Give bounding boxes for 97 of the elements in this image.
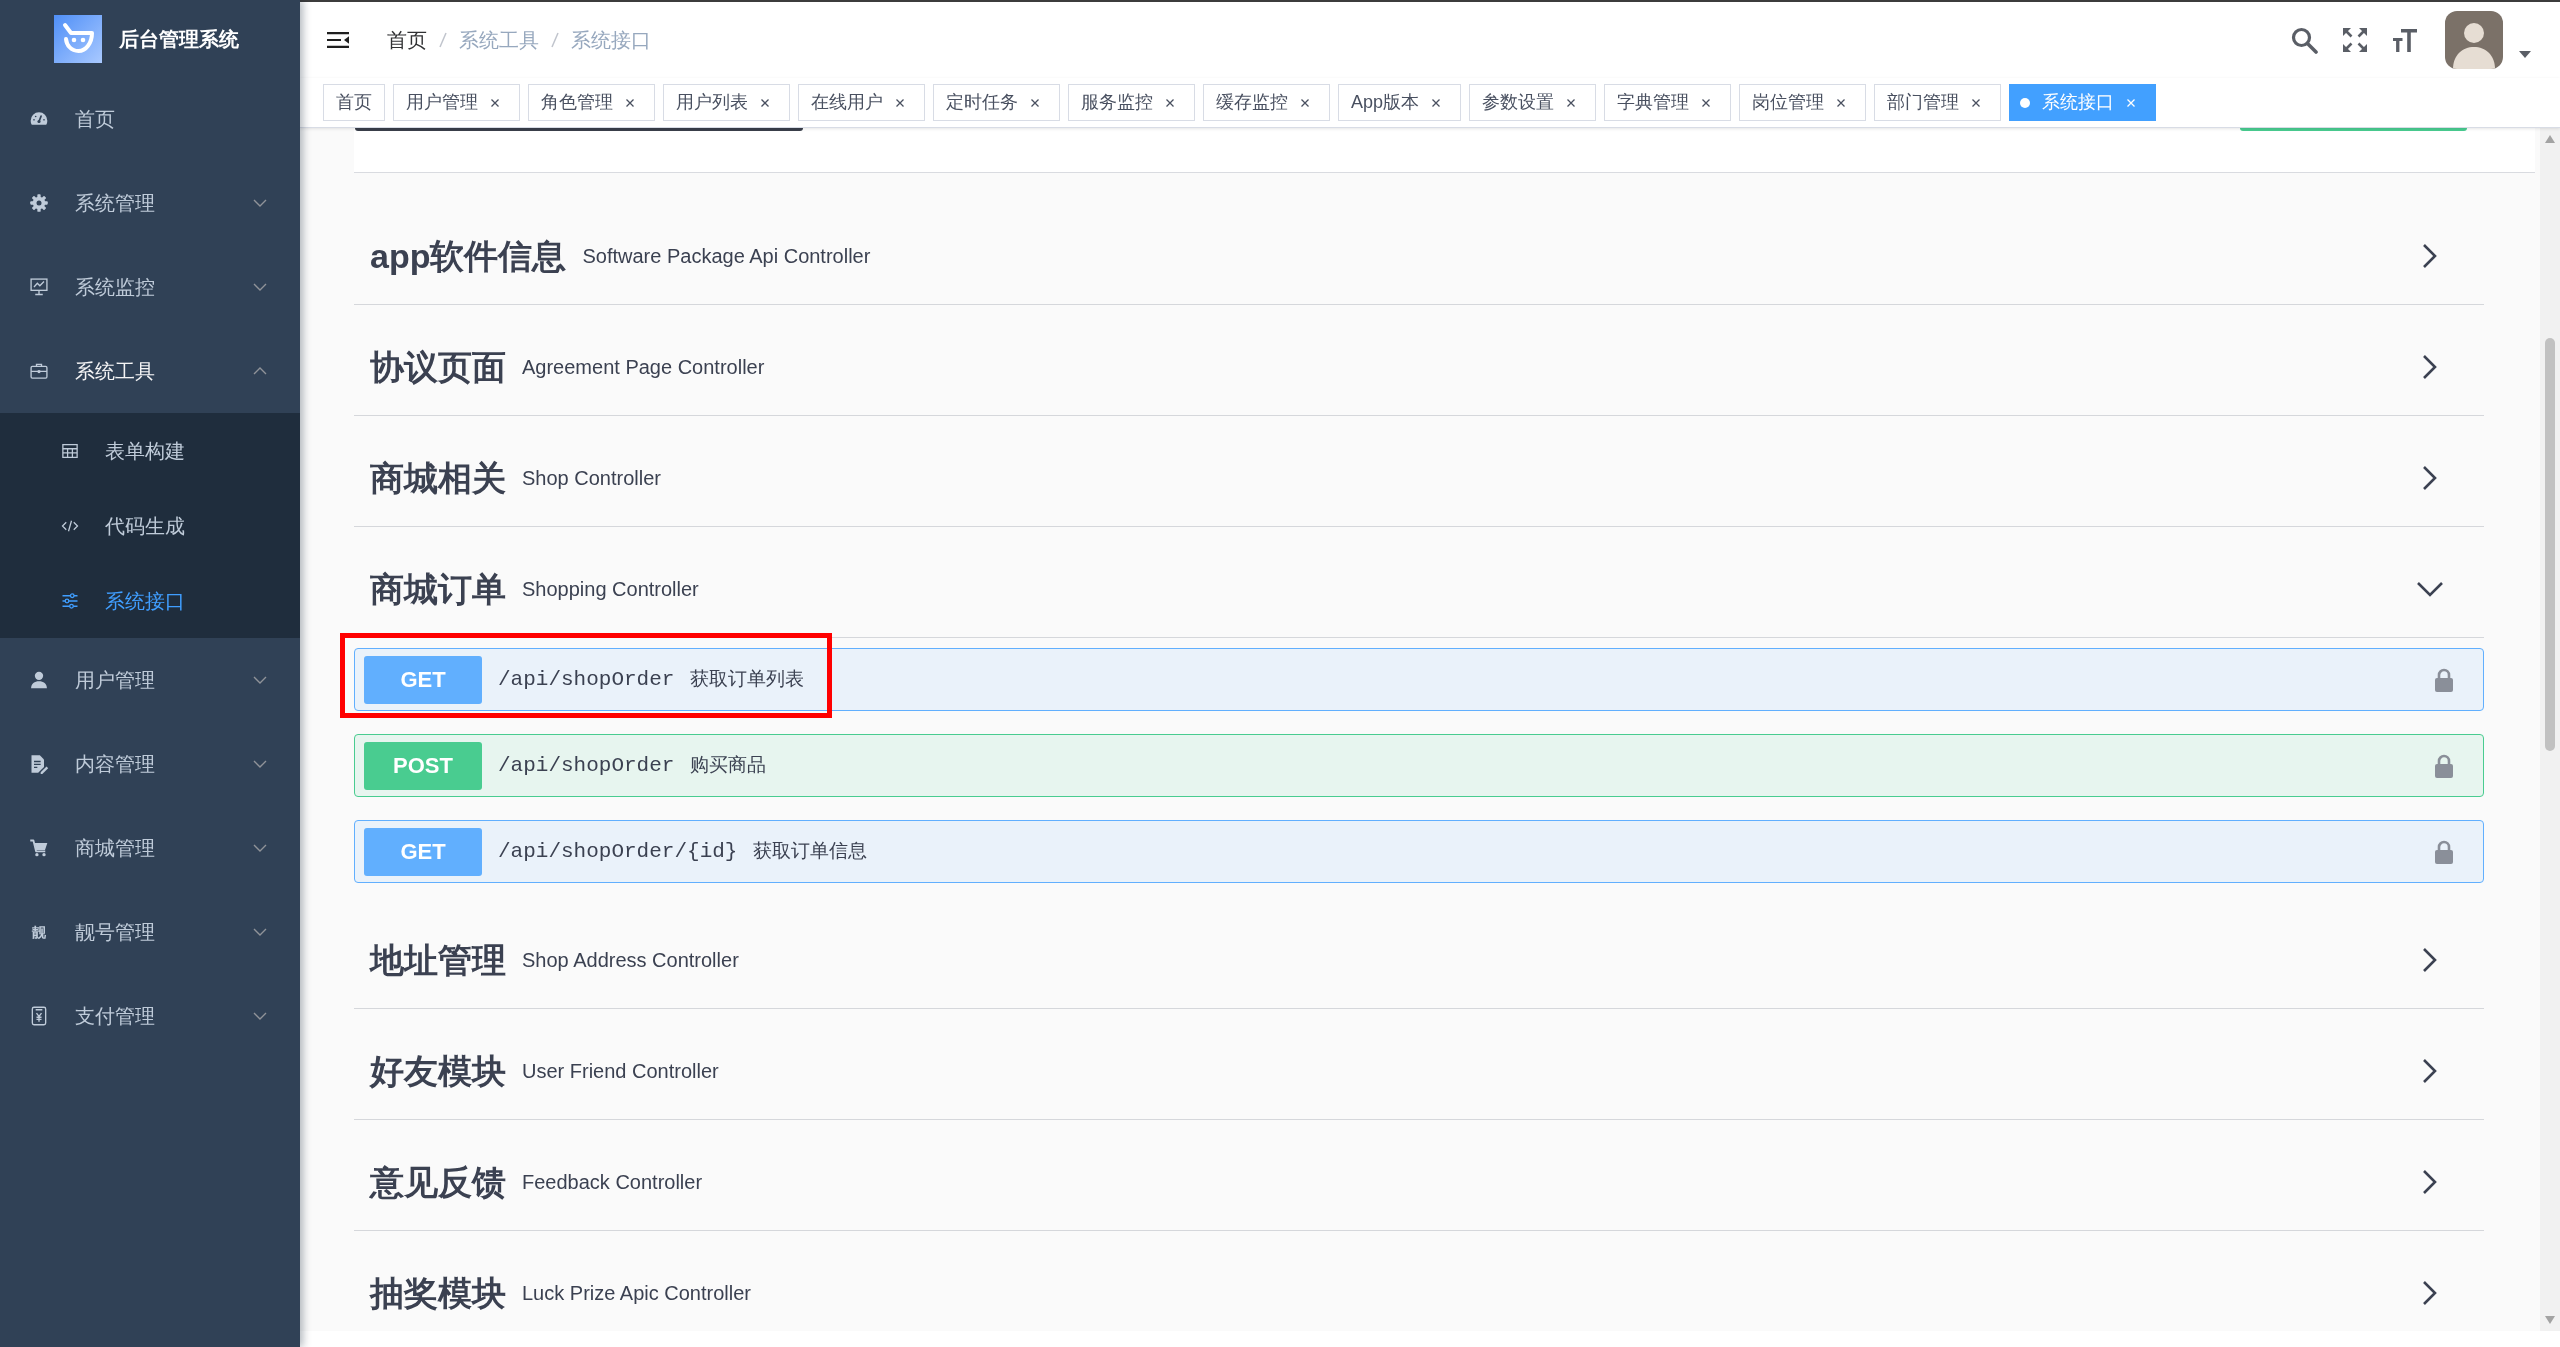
submenu-item[interactable]: 系统接口 bbox=[0, 563, 300, 638]
operation-row[interactable]: POST /api/shopOrder 购买商品 bbox=[354, 734, 2484, 797]
logo-icon bbox=[54, 14, 102, 63]
separator-icon bbox=[439, 32, 447, 48]
endpoint-summary: 获取订单信息 bbox=[753, 839, 868, 864]
operation-row[interactable]: GET /api/shopOrder 获取订单列表 bbox=[354, 648, 2484, 711]
submenu-item[interactable]: 表单构建 bbox=[0, 413, 300, 488]
section-title: 地址管理 bbox=[370, 939, 506, 981]
lock-icon[interactable] bbox=[2435, 839, 2453, 864]
method-badge: POST bbox=[364, 741, 482, 790]
tab[interactable]: 部门管理 bbox=[1874, 84, 2002, 121]
endpoint-path: /api/shopOrder bbox=[498, 666, 675, 693]
character-icon: 靓 bbox=[29, 925, 49, 939]
method-badge: GET bbox=[364, 655, 482, 704]
briefcase-icon bbox=[29, 361, 49, 381]
section-title: 协议页面 bbox=[370, 346, 506, 388]
endpoint-path: /api/shopOrder bbox=[498, 752, 675, 779]
user-icon bbox=[29, 670, 49, 690]
monitor-chart-icon bbox=[29, 277, 49, 297]
chevron-down-icon bbox=[253, 283, 267, 291]
fullscreen-icon[interactable] bbox=[2342, 27, 2368, 53]
cart-icon bbox=[29, 838, 49, 858]
menu-item[interactable]: 系统管理 bbox=[0, 161, 300, 245]
section-description: Shop Controller bbox=[522, 466, 661, 491]
section-header[interactable]: 地址管理 Shop Address Controller bbox=[354, 898, 2484, 1009]
section-header[interactable]: 协议页面 Agreement Page Controller bbox=[354, 305, 2484, 416]
menu-item[interactable]: 靓 靓号管理 bbox=[0, 890, 300, 974]
section-description: Software Package Api Controller bbox=[582, 244, 871, 269]
chevron-down-icon bbox=[253, 199, 267, 207]
section-description: Luck Prize Apic Controller bbox=[522, 1281, 751, 1306]
scrollbar[interactable] bbox=[2540, 128, 2560, 1331]
section-description: User Friend Controller bbox=[522, 1059, 719, 1084]
chevron-down-icon bbox=[253, 928, 267, 936]
endpoint-summary: 购买商品 bbox=[690, 753, 767, 778]
tab[interactable]: App版本 bbox=[1338, 84, 1462, 121]
endpoint-path: /api/shopOrder/{id} bbox=[498, 838, 738, 865]
chevron-down-icon bbox=[253, 844, 267, 852]
section-header[interactable]: 商城订单 Shopping Controller bbox=[354, 527, 2484, 638]
section-header[interactable]: 好友模块 User Friend Controller bbox=[354, 1009, 2484, 1120]
document-pencil-icon bbox=[29, 754, 49, 774]
tab[interactable]: 首页 bbox=[323, 84, 385, 121]
menu-item[interactable]: 用户管理 bbox=[0, 638, 300, 722]
separator-icon bbox=[551, 32, 559, 48]
menu-item[interactable]: 系统工具 bbox=[0, 329, 300, 413]
tab[interactable]: 角色管理 bbox=[528, 84, 655, 121]
yen-receipt-icon bbox=[29, 1006, 49, 1026]
table-icon bbox=[61, 441, 79, 460]
lock-icon[interactable] bbox=[2435, 753, 2453, 778]
section-title: 好友模块 bbox=[370, 1050, 506, 1092]
app-title: 后台管理系统 bbox=[119, 26, 239, 52]
breadcrumb-item: 系统工具 bbox=[459, 28, 539, 53]
tab[interactable]: 字典管理 bbox=[1604, 84, 1732, 121]
section-header[interactable]: 商城相关 Shop Controller bbox=[354, 416, 2484, 527]
section-description: Shopping Controller bbox=[522, 577, 699, 602]
chevron-down-icon bbox=[253, 1012, 267, 1020]
search-icon[interactable] bbox=[2290, 26, 2318, 54]
avatar[interactable] bbox=[2445, 11, 2503, 69]
section-title: 抽奖模块 bbox=[370, 1272, 506, 1314]
endpoint-summary: 获取订单列表 bbox=[690, 667, 805, 692]
section-title: 商城相关 bbox=[370, 457, 506, 499]
section-description: Shop Address Controller bbox=[522, 948, 739, 973]
menu-item[interactable]: 内容管理 bbox=[0, 722, 300, 806]
tab[interactable]: 岗位管理 bbox=[1739, 84, 1867, 121]
gear-icon bbox=[29, 193, 49, 213]
section-title: 意见反馈 bbox=[370, 1161, 506, 1203]
breadcrumb-link[interactable]: 首页 bbox=[387, 25, 427, 55]
section-description: Feedback Controller bbox=[522, 1170, 703, 1195]
menu-item[interactable]: 支付管理 bbox=[0, 974, 300, 1058]
breadcrumb-item: 系统接口 bbox=[571, 28, 651, 53]
chevron-down-icon bbox=[253, 676, 267, 684]
menu-icon[interactable] bbox=[327, 32, 349, 48]
section-title: app软件信息 bbox=[370, 235, 567, 277]
chevron-down-icon bbox=[253, 760, 267, 768]
lock-icon[interactable] bbox=[2435, 667, 2453, 692]
caret-icon[interactable] bbox=[2519, 51, 2531, 58]
section-header[interactable]: 意见反馈 Feedback Controller bbox=[354, 1120, 2484, 1231]
menu-item[interactable]: 首页 bbox=[0, 77, 300, 161]
tab[interactable]: 参数设置 bbox=[1469, 84, 1597, 121]
section-description: Agreement Page Controller bbox=[522, 355, 765, 380]
tab[interactable]: 服务监控 bbox=[1068, 84, 1195, 121]
tab[interactable]: 缓存监控 bbox=[1203, 84, 1330, 121]
section-title: 商城订单 bbox=[370, 568, 506, 610]
font-size-icon[interactable] bbox=[2392, 27, 2418, 53]
scrollbar-thumb[interactable] bbox=[2545, 338, 2555, 751]
menu-item[interactable]: 系统监控 bbox=[0, 245, 300, 329]
submenu-item[interactable]: 代码生成 bbox=[0, 488, 300, 563]
menu-item[interactable]: 商城管理 bbox=[0, 806, 300, 890]
tab[interactable]: 用户管理 bbox=[393, 84, 520, 121]
sliders-icon bbox=[61, 591, 79, 610]
dot-icon bbox=[2020, 97, 2031, 108]
method-badge: GET bbox=[364, 827, 482, 876]
section-header[interactable]: app软件信息 Software Package Api Controller bbox=[354, 194, 2484, 305]
tab[interactable]: 定时任务 bbox=[933, 84, 1060, 121]
chevron-up-icon bbox=[253, 367, 267, 375]
tab[interactable]: 用户列表 bbox=[663, 84, 790, 121]
operation-row[interactable]: GET /api/shopOrder/{id} 获取订单信息 bbox=[354, 820, 2484, 883]
tab[interactable]: 在线用户 bbox=[798, 84, 925, 121]
